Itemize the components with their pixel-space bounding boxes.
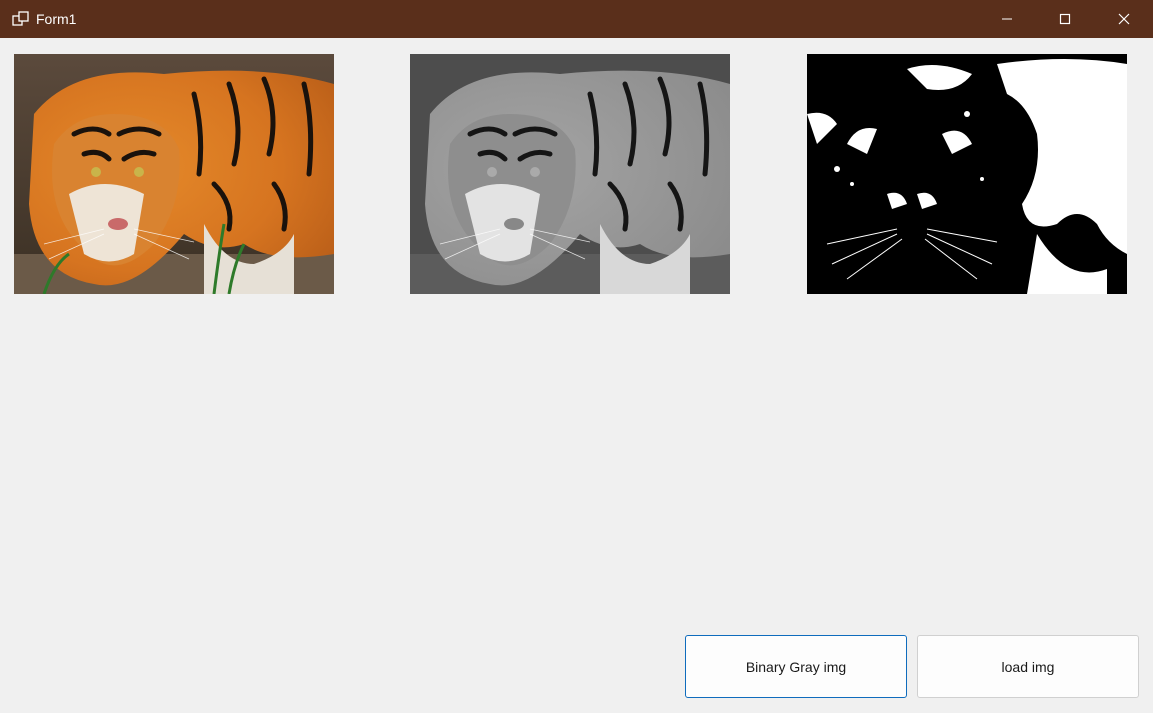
close-icon [1118,13,1130,25]
tiger-color-image [14,54,334,294]
minimize-button[interactable] [978,0,1036,38]
binary-gray-img-button[interactable]: Binary Gray img [685,635,907,698]
grayscale-picturebox [410,54,730,294]
window-app-icon [12,11,29,26]
form-client-area: Binary Gray img load img [2,38,1153,713]
tiger-grayscale-image [410,54,730,294]
binary-picturebox [807,54,1127,294]
tiger-binary-image [807,54,1127,294]
title-bar[interactable]: Form1 [0,0,1153,38]
maximize-icon [1059,13,1071,25]
maximize-button[interactable] [1036,0,1094,38]
load-img-button[interactable]: load img [917,635,1139,698]
application-window: Form1 Binary Gray img load img [0,0,1153,713]
window-title: Form1 [36,11,77,27]
original-picturebox [14,54,334,294]
minimize-icon [1002,18,1012,20]
close-button[interactable] [1095,0,1153,38]
